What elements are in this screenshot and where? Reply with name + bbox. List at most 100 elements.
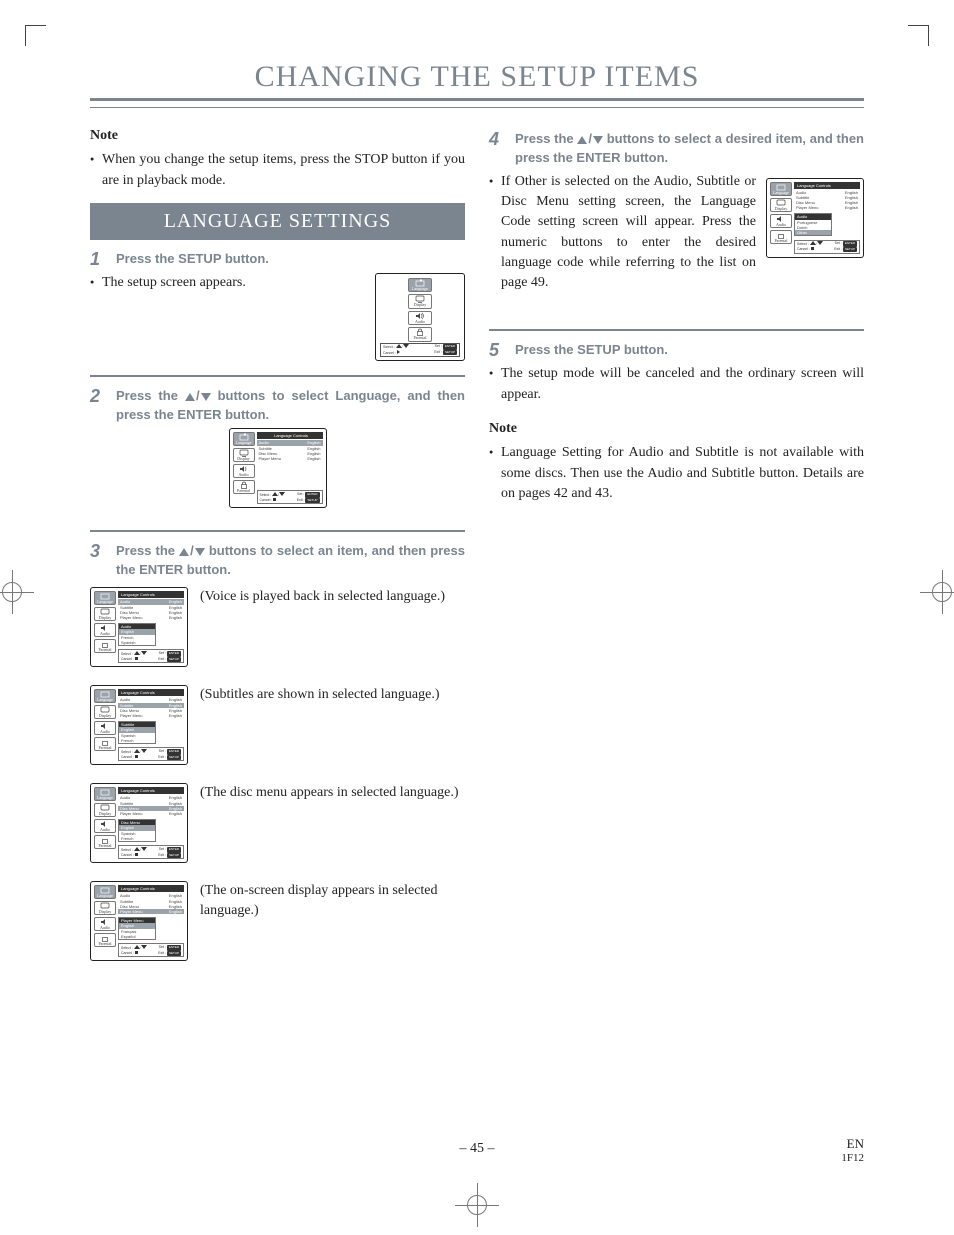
osd-audio: Language Display Audio Parental Language… bbox=[90, 587, 188, 667]
section-heading: LANGUAGE SETTINGS bbox=[90, 203, 465, 240]
osd-icon-display: Display bbox=[94, 901, 116, 915]
osd-disc-menu: Language Display Audio Parental Language… bbox=[90, 783, 188, 863]
osd-list: AudioEnglish SubtitleEnglish Disc MenuEn… bbox=[257, 440, 323, 461]
osd-row-disc-menu: Language Display Audio Parental Language… bbox=[90, 783, 465, 863]
osd-player-menu: Language Display Audio Parental Language… bbox=[90, 881, 188, 961]
step-number: 3 bbox=[90, 542, 106, 580]
osd-icon-language: Language bbox=[94, 787, 116, 801]
osd-sublist-discmenu: Disc Menu English Spanish French bbox=[118, 819, 156, 842]
osd-icon-parental: Parental bbox=[94, 737, 116, 751]
step-text: Press the SETUP button. bbox=[515, 341, 864, 360]
crop-mark-top-left bbox=[25, 25, 46, 46]
step4-bullets: If Other is selected on the Audio, Subti… bbox=[489, 172, 864, 294]
osd-icon-audio: Audio bbox=[94, 623, 116, 637]
caption-subtitle: (Subtitles are shown in selected languag… bbox=[200, 685, 465, 705]
osd-icon-audio: Audio bbox=[233, 464, 255, 478]
osd-subtitle: Language Display Audio Parental Language… bbox=[90, 685, 188, 765]
footer-doc-code: 1F12 bbox=[841, 1152, 864, 1165]
caption-player-menu: (The on-screen display appears in select… bbox=[200, 881, 465, 920]
osd-icon-display: Display bbox=[94, 607, 116, 621]
step4-bullet: If Other is selected on the Audio, Subti… bbox=[489, 172, 864, 294]
note-heading: Note bbox=[90, 126, 465, 146]
osd-setup-screen: Language Display Audio Parental bbox=[375, 273, 465, 361]
caption-disc-menu: (The disc menu appears in selected langu… bbox=[200, 783, 465, 803]
osd-sublist-playermenu: Player Menu English Français Español bbox=[118, 917, 156, 940]
step-number: 2 bbox=[90, 387, 106, 425]
osd-icon-parental: Parental bbox=[94, 639, 116, 653]
step5-bullets: The setup mode will be canceled and the … bbox=[489, 364, 864, 405]
osd-icon-language: Language bbox=[94, 591, 116, 605]
crop-mark-top-right bbox=[908, 25, 929, 46]
osd-icon-audio: Audio bbox=[94, 721, 116, 735]
intro-bullets: When you change the setup items, press t… bbox=[90, 150, 465, 191]
down-arrow-icon bbox=[201, 393, 211, 401]
osd-row-subtitle: Language Display Audio Parental Language… bbox=[90, 685, 465, 765]
osd-panel-title: Language Controls bbox=[118, 591, 184, 598]
step-5: 5 Press the SETUP button. bbox=[489, 341, 864, 360]
footer-right: EN 1F12 bbox=[841, 1136, 864, 1165]
up-arrow-icon bbox=[577, 136, 587, 144]
osd-footer: Select : /Set : ENTER Cancel : Exit : SE… bbox=[380, 343, 460, 357]
osd-icon-display: Display bbox=[408, 294, 432, 309]
osd-footer: Select : /Set : ENTER Cancel : Exit : SE… bbox=[118, 845, 184, 859]
osd-icon-parental: Parental bbox=[408, 327, 432, 342]
end-note-bullets: Language Setting for Audio and Subtitle … bbox=[489, 443, 864, 504]
step-number: 1 bbox=[90, 250, 106, 269]
title-rule bbox=[90, 107, 864, 108]
note-heading-2: Note bbox=[489, 419, 864, 439]
osd-panel-title: Language Controls bbox=[118, 689, 184, 696]
osd-icon-parental: Parental bbox=[94, 835, 116, 849]
step-1: 1 Press the SETUP button. bbox=[90, 250, 465, 269]
osd-footer: Select : /Set : ENTER Cancel : Exit : SE… bbox=[118, 747, 184, 761]
osd-icon-language: Language bbox=[94, 689, 116, 703]
registration-mark-left bbox=[0, 570, 34, 614]
osd-icon-display: Display bbox=[94, 705, 116, 719]
step-text: Press the / buttons to select Language, … bbox=[116, 387, 465, 425]
osd-footer: Select : /Set : ENTER Cancel : Exit : SE… bbox=[118, 943, 184, 957]
up-arrow-icon bbox=[185, 393, 195, 401]
divider bbox=[489, 329, 864, 331]
registration-mark-bottom bbox=[455, 1183, 499, 1227]
down-arrow-icon bbox=[593, 136, 603, 144]
osd-icon-display: Display bbox=[233, 448, 255, 462]
osd-icon-audio: Audio bbox=[408, 311, 432, 326]
osd-icon-language: Language bbox=[233, 432, 255, 446]
step5-bullet: The setup mode will be canceled and the … bbox=[489, 364, 864, 405]
up-arrow-icon bbox=[179, 548, 189, 556]
osd-icon-language: Language bbox=[94, 885, 116, 899]
osd-icon-audio: Audio bbox=[94, 819, 116, 833]
left-column: Note When you change the setup items, pr… bbox=[90, 122, 465, 979]
osd-footer: Select : /Set : ENTER Cancel : Exit : SE… bbox=[118, 649, 184, 663]
osd-panel-title: Language Controls bbox=[118, 787, 184, 794]
step-4: 4 Press the / buttons to select a desire… bbox=[489, 130, 864, 168]
step-text: Press the / buttons to select an item, a… bbox=[116, 542, 465, 580]
page-number: – 45 – bbox=[0, 1141, 954, 1157]
osd-icon-audio: Audio bbox=[94, 917, 116, 931]
step1-bullet: The setup screen appears. bbox=[90, 273, 357, 293]
step-text: Press the / buttons to select a desired … bbox=[515, 130, 864, 168]
osd-panel-title: Language Controls bbox=[257, 432, 323, 439]
caption-audio: (Voice is played back in selected langua… bbox=[200, 587, 465, 607]
osd-row-audio: Language Display Audio Parental Language… bbox=[90, 587, 465, 667]
footer-lang-code: EN bbox=[841, 1136, 864, 1152]
osd-sublist-subtitle: Subtitle English Spanish French bbox=[118, 721, 156, 744]
registration-mark-right bbox=[920, 570, 954, 614]
page-title: CHANGING THE SETUP ITEMS bbox=[90, 60, 864, 101]
right-column: 4 Press the / buttons to select a desire… bbox=[489, 122, 864, 979]
step-2: 2 Press the / buttons to select Language… bbox=[90, 387, 465, 425]
step-number: 4 bbox=[489, 130, 505, 168]
osd-sublist-audio: Audio English French Spanish bbox=[118, 623, 156, 646]
step-number: 5 bbox=[489, 341, 505, 360]
osd-row-player-menu: Language Display Audio Parental Language… bbox=[90, 881, 465, 961]
osd-icon-display: Display bbox=[94, 803, 116, 817]
step-text: Press the SETUP button. bbox=[116, 250, 465, 269]
osd-icon-parental: Parental bbox=[94, 933, 116, 947]
osd-footer: Select : /Set : ENTER Cancel : Exit : SE… bbox=[257, 490, 323, 504]
osd-icon-parental: Parental bbox=[233, 480, 255, 494]
step-3: 3 Press the / buttons to select an item,… bbox=[90, 542, 465, 580]
osd-language-controls: Language Display Audio Parental Language… bbox=[229, 428, 327, 508]
osd-icon-language: Language bbox=[408, 278, 432, 293]
end-note-bullet: Language Setting for Audio and Subtitle … bbox=[489, 443, 864, 504]
down-arrow-icon bbox=[195, 548, 205, 556]
manual-page: CHANGING THE SETUP ITEMS Note When you c… bbox=[0, 0, 954, 1235]
